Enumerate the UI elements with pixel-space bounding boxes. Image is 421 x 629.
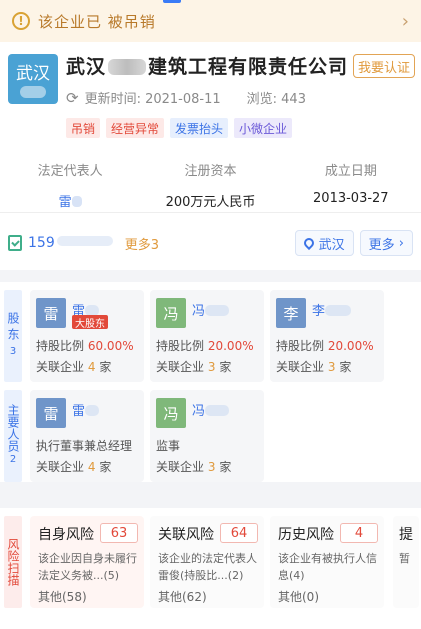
shareholders-side-text: 股东 [6,312,20,344]
divider [0,212,421,213]
risk-title: 关联风险 [158,527,214,543]
risk-desc: 该企业有被执行人信息(4) [278,552,377,582]
staff-card[interactable]: 冯 冯 监事 关联企业 3 家 [150,390,264,482]
risk-scan-section: 风险扫描 自身风险 63 该企业因自身未履行法定义务被...(5) 其他(58)… [0,508,421,629]
risk-other: 其他(0) [278,590,319,604]
company-detail-page: ! 该企业已 被吊销 › 武汉 武汉 建筑工程有限责任公司 我要认证 ⟳ 更新时间… [0,0,421,629]
phone-check-icon [8,235,22,251]
related-companies: 关联企业 3 家 [156,460,232,474]
contact-row: 159 更多3 武汉 更多 › [0,228,421,258]
claim-company-button[interactable]: 我要认证 [353,54,415,78]
more-label: 更多 [368,237,395,253]
risk-desc: 该企业因自身未履行法定义务被...(5) [38,552,137,582]
fact-capital: 注册资本 200万元人民币 [140,160,280,210]
company-name: 武汉 建筑工程有限责任公司 [66,52,348,79]
logo-mask [20,86,46,98]
risk-desc: 该企业的法定代表人雷俊(持股比...(2) [158,552,257,582]
risk-card-history[interactable]: 历史风险 4 该企业有被执行人信息(4) 其他(0) [270,516,384,608]
company-name-suffix: 建筑工程有限责任公司 [148,56,349,78]
avatar: 李 [276,298,306,328]
location-button[interactable]: 武汉 [294,230,354,256]
risk-count-badge: 63 [100,523,138,543]
updated-time: 更新时间: 2021-08-11 [84,92,221,107]
risk-title: 自身风险 [38,527,94,543]
shareholders-tab[interactable]: 股东 3 [4,290,22,382]
risk-count-badge: 64 [220,523,258,543]
company-header-card: 武汉 武汉 建筑工程有限责任公司 我要认证 ⟳ 更新时间: 2021-08-11 … [0,42,421,270]
shareholder-card[interactable]: 雷 雷 大股东 持股比例 60.00% 关联企业 4 家 [30,290,144,382]
staff-count: 2 [9,454,17,465]
staff-side-text: 主要人员 [6,404,20,452]
company-logo: 武汉 [8,54,58,104]
related-companies: 关联企业 4 家 [36,360,112,374]
risk-other: 其他(62) [158,590,207,604]
chevron-right-icon: › [401,10,409,32]
key-staff-tab[interactable]: 主要人员 2 [4,390,22,482]
major-shareholder-badge: 大股东 [72,315,108,330]
person-name[interactable]: 雷 [72,400,100,419]
fact-founded: 成立日期 2013-03-27 [281,160,421,210]
fact-value: 200万元人民币 [165,195,256,210]
legal-rep-link[interactable]: 雷 [0,191,140,210]
fact-label: 注册资本 [184,164,237,179]
risk-card-partial[interactable]: 提 暂 [393,516,419,608]
company-name-prefix: 武汉 [66,56,107,78]
avatar: 雷 [36,298,66,328]
staff-role: 执行董事兼总经理 [36,439,133,453]
tag-invoice[interactable]: 发票抬头 [170,118,229,138]
fact-legal-rep: 法定代表人 雷 [0,160,140,210]
risk-side-text: 风险扫描 [6,538,20,586]
fact-value: 2013-03-27 [313,191,389,206]
phone-number[interactable]: 159 [28,235,113,251]
person-name[interactable]: 冯 [192,300,230,319]
location-label: 武汉 [318,237,345,253]
fact-label: 成立日期 [324,164,377,179]
fact-label: 法定代表人 [37,164,103,179]
risk-count-badge: 4 [340,523,378,543]
avatar: 冯 [156,398,186,428]
tag-revoked[interactable]: 吊销 [66,118,101,138]
status-tags: 吊销 经营异常 发票抬头 小微企业 [66,118,293,138]
person-name[interactable]: 李 [312,300,352,319]
logo-text: 武汉 [16,64,50,84]
share-ratio: 持股比例 20.00% [156,339,254,353]
key-facts: 法定代表人 雷 注册资本 200万元人民币 成立日期 2013-03-27 [0,160,421,210]
shareholder-card[interactable]: 李 李 持股比例 20.00% 关联企业 3 家 [270,290,384,382]
staff-card[interactable]: 雷 雷 执行董事兼总经理 关联企业 4 家 [30,390,144,482]
related-companies: 关联企业 4 家 [36,460,112,474]
related-companies: 关联企业 3 家 [156,360,232,374]
risk-scan-tab[interactable]: 风险扫描 [4,516,22,608]
risk-title: 提 [399,527,413,543]
risk-title: 历史风险 [278,527,334,543]
shareholder-card[interactable]: 冯 冯 持股比例 20.00% 关联企业 3 家 [150,290,264,382]
tag-micro[interactable]: 小微企业 [234,118,293,138]
notice-text: 该企业已 被吊销 [38,12,156,31]
update-meta: ⟳ 更新时间: 2021-08-11 浏览: 443 [66,88,306,108]
location-pin-icon [301,235,316,251]
revoked-notice-bar[interactable]: ! 该企业已 被吊销 › [0,0,421,42]
risk-card-self[interactable]: 自身风险 63 该企业因自身未履行法定义务被...(5) 其他(58) [30,516,144,608]
related-companies: 关联企业 3 家 [276,360,352,374]
view-count: 浏览: 443 [246,92,306,107]
person-name[interactable]: 冯 [192,400,230,419]
avatar: 雷 [36,398,66,428]
chevron-right-icon: › [394,235,404,251]
risk-card-related[interactable]: 关联风险 64 该企业的法定代表人雷俊(持股比...(2) 其他(62) [150,516,264,608]
share-ratio: 持股比例 60.00% [36,339,134,353]
risk-desc: 暂 [399,552,410,565]
shareholders-count: 3 [9,346,17,357]
more-button[interactable]: 更多 › [359,230,413,256]
warning-icon: ! [12,12,30,30]
name-redaction [108,59,147,75]
tag-abnormal[interactable]: 经营异常 [106,118,165,138]
people-section: 股东 3 雷 雷 大股东 持股比例 60.00% 关联企业 4 家 冯 冯 持股… [0,282,421,482]
refresh-icon[interactable]: ⟳ [66,89,79,107]
risk-other: 其他(58) [38,590,87,604]
share-ratio: 持股比例 20.00% [276,339,374,353]
tab-indicator [163,0,181,3]
more-phones-link[interactable]: 更多3 [125,234,159,253]
avatar: 冯 [156,298,186,328]
staff-role: 监事 [156,439,181,453]
